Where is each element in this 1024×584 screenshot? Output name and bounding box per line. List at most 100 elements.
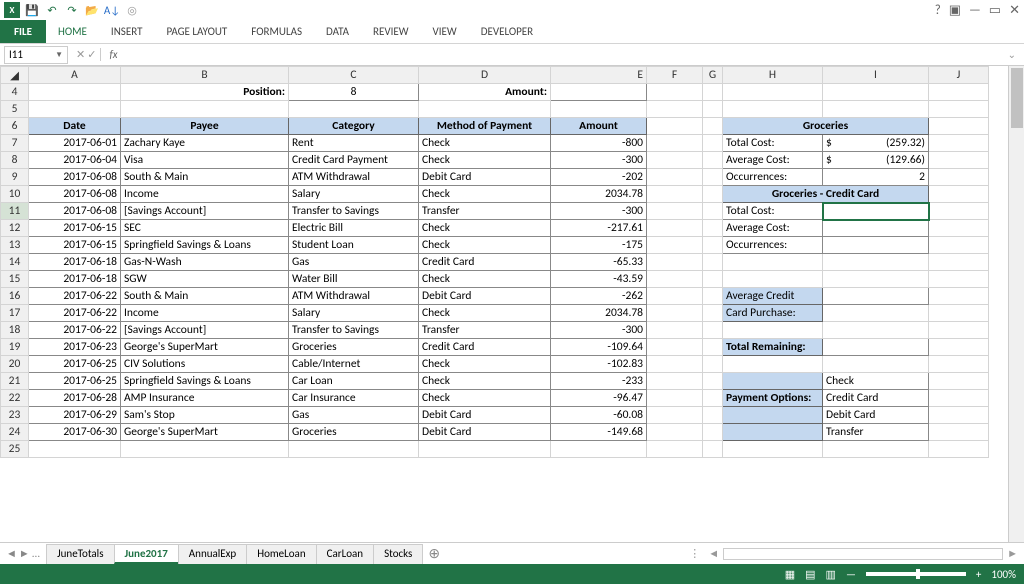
view-pagebreak-icon[interactable]: ▥: [826, 568, 836, 581]
cell-category[interactable]: Groceries: [289, 424, 419, 441]
cell-amount[interactable]: -300: [551, 322, 647, 339]
view-normal-icon[interactable]: ▦: [785, 568, 795, 581]
cell[interactable]: [929, 203, 989, 220]
name-box[interactable]: I11 ▼: [4, 46, 68, 64]
cell[interactable]: [703, 271, 723, 288]
select-all[interactable]: ◢: [1, 67, 29, 84]
cell[interactable]: [647, 169, 703, 186]
cell[interactable]: [723, 441, 823, 458]
vertical-scrollbar[interactable]: [1008, 66, 1024, 542]
tab-page-layout[interactable]: PAGE LAYOUT: [154, 21, 239, 42]
cell[interactable]: [647, 135, 703, 152]
cell-category[interactable]: Salary: [289, 186, 419, 203]
cell-amount[interactable]: 2034.78: [551, 305, 647, 322]
cell[interactable]: [647, 390, 703, 407]
cell-date[interactable]: 2017-06-08: [29, 203, 121, 220]
tab-review[interactable]: REVIEW: [361, 21, 421, 42]
col-header-E[interactable]: E: [551, 67, 647, 84]
cell-date[interactable]: 2017-06-22: [29, 322, 121, 339]
row-header-21[interactable]: 21: [1, 373, 29, 390]
zoom-level[interactable]: 100%: [991, 568, 1016, 581]
cell-method[interactable]: Check: [419, 305, 551, 322]
cell-method[interactable]: Check: [419, 356, 551, 373]
cell[interactable]: [929, 424, 989, 441]
cell[interactable]: [647, 203, 703, 220]
cell-amount[interactable]: -800: [551, 135, 647, 152]
cell-category[interactable]: Car Loan: [289, 373, 419, 390]
cell[interactable]: [29, 441, 121, 458]
cell[interactable]: [647, 237, 703, 254]
cell-amount[interactable]: -300: [551, 203, 647, 220]
cell[interactable]: [647, 186, 703, 203]
cell[interactable]: [703, 424, 723, 441]
restore-icon[interactable]: ▭: [989, 3, 1001, 18]
cell-category[interactable]: Cable/Internet: [289, 356, 419, 373]
cell-amount[interactable]: -60.08: [551, 407, 647, 424]
row-header-12[interactable]: 12: [1, 220, 29, 237]
gcc-occ-val[interactable]: [823, 237, 929, 254]
cell-amount[interactable]: -109.64: [551, 339, 647, 356]
cell[interactable]: [703, 373, 723, 390]
col-header-C[interactable]: C: [289, 67, 419, 84]
sheet-ellipsis[interactable]: ...: [32, 547, 40, 560]
cell[interactable]: [723, 254, 823, 271]
help-icon[interactable]: ?: [935, 3, 941, 18]
groc-total-val[interactable]: $(259.32): [823, 135, 929, 152]
cell-amount[interactable]: -217.61: [551, 220, 647, 237]
cell[interactable]: [823, 254, 929, 271]
cell[interactable]: [929, 305, 989, 322]
cell-amount[interactable]: -96.47: [551, 390, 647, 407]
cell-date[interactable]: 2017-06-30: [29, 424, 121, 441]
avg-cc-val[interactable]: [823, 288, 929, 305]
cell-date[interactable]: 2017-06-23: [29, 339, 121, 356]
position-value[interactable]: 8: [289, 84, 419, 101]
close-icon[interactable]: ✕: [1009, 3, 1020, 18]
cell-amount[interactable]: 2034.78: [551, 186, 647, 203]
cell[interactable]: [929, 271, 989, 288]
accept-formula-icon[interactable]: ✓: [87, 48, 96, 61]
groc-avg-val[interactable]: $(129.66): [823, 152, 929, 169]
cell-payee[interactable]: Income: [121, 305, 289, 322]
cell-date[interactable]: 2017-06-18: [29, 271, 121, 288]
cell-category[interactable]: Student Loan: [289, 237, 419, 254]
undo-icon[interactable]: ↶: [44, 2, 60, 18]
cell[interactable]: [121, 101, 289, 118]
touch-mode-icon[interactable]: ◎: [124, 2, 140, 18]
cell[interactable]: [703, 390, 723, 407]
cell-payee[interactable]: George's SuperMart: [121, 339, 289, 356]
tab-developer[interactable]: DEVELOPER: [469, 21, 545, 42]
cell-date[interactable]: 2017-06-04: [29, 152, 121, 169]
tab-formulas[interactable]: FORMULAS: [239, 21, 314, 42]
total-remaining-val[interactable]: [823, 339, 929, 356]
row-header-10[interactable]: 10: [1, 186, 29, 203]
pay-opt-2[interactable]: Debit Card: [823, 407, 929, 424]
cell[interactable]: [703, 169, 723, 186]
cell[interactable]: [703, 356, 723, 373]
cell-payee[interactable]: Income: [121, 186, 289, 203]
cell[interactable]: [647, 84, 703, 101]
row-header-25[interactable]: 25: [1, 441, 29, 458]
cell-category[interactable]: Credit Card Payment: [289, 152, 419, 169]
cell[interactable]: [929, 373, 989, 390]
cell-method[interactable]: Check: [419, 373, 551, 390]
cell[interactable]: [929, 101, 989, 118]
zoom-slider[interactable]: [866, 572, 966, 576]
cell-category[interactable]: Groceries: [289, 339, 419, 356]
cell-date[interactable]: 2017-06-29: [29, 407, 121, 424]
row-header-9[interactable]: 9: [1, 169, 29, 186]
cell-payee[interactable]: Springfield Savings & Loans: [121, 237, 289, 254]
gcc-avg-val[interactable]: [823, 220, 929, 237]
cell-method[interactable]: Check: [419, 186, 551, 203]
cell-payee[interactable]: South & Main: [121, 288, 289, 305]
cell[interactable]: [29, 84, 121, 101]
cell[interactable]: [419, 441, 551, 458]
cell-amount[interactable]: -175: [551, 237, 647, 254]
tab-file[interactable]: FILE: [0, 20, 46, 43]
row-header-6[interactable]: 6: [1, 118, 29, 135]
minimize-icon[interactable]: —: [969, 3, 981, 18]
ribbon-display-icon[interactable]: ▣: [949, 3, 961, 18]
cell[interactable]: [703, 441, 723, 458]
cell[interactable]: [723, 84, 823, 101]
view-layout-icon[interactable]: ▤: [805, 568, 815, 581]
pay-opt-0[interactable]: Check: [823, 373, 929, 390]
